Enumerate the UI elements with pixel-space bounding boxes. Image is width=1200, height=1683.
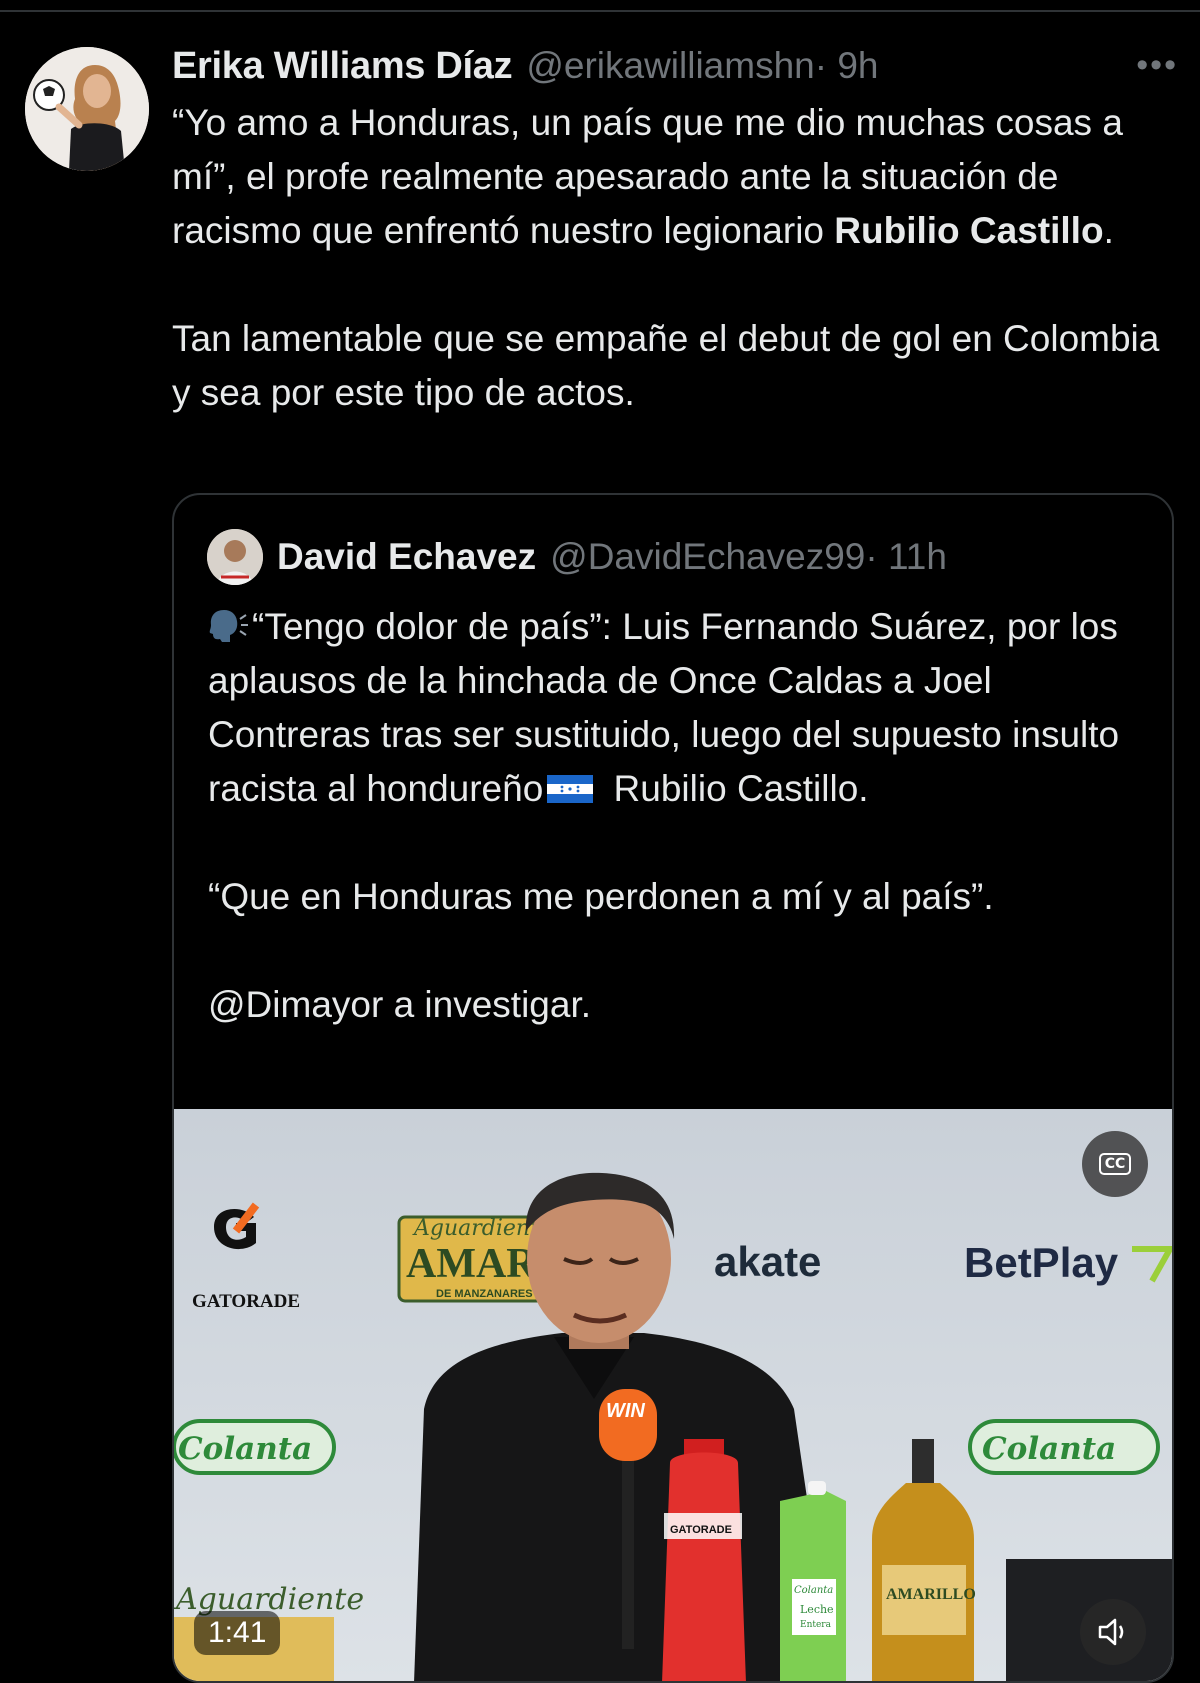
captions-button[interactable]: CC: [1082, 1131, 1148, 1197]
colanta-logo-right: Colanta: [968, 1419, 1160, 1475]
speaking-head-icon: [209, 610, 248, 642]
tweet-header: Erika Williams Díaz @erikawilliamshn· 9h: [172, 40, 879, 92]
cc-icon: CC: [1098, 1153, 1132, 1175]
gatorade-bottle-text: GATORADE: [670, 1524, 732, 1536]
colanta-logo-left: Colanta: [174, 1419, 336, 1475]
video-duration: 1:41: [194, 1611, 281, 1655]
manzanares-text: DE MANZANARES: [436, 1288, 533, 1300]
quoted-tweet-header: David Echavez @DavidEchavez99· 11h: [277, 531, 947, 583]
gatorade-bottle: GATORADE: [662, 1439, 746, 1681]
bold-name: Rubilio Castillo: [834, 210, 1104, 251]
carton-entera-text: Entera: [800, 1620, 832, 1630]
betplay-text: BetPlay: [964, 1239, 1119, 1286]
honduras-flag-icon: [547, 775, 594, 803]
quoted-author-name[interactable]: David Echavez: [277, 536, 536, 578]
bottle-amarillo-text: AMARILLO: [886, 1586, 976, 1603]
quoted-tweet-card[interactable]: David Echavez @DavidEchavez99· 11h “Teng…: [172, 493, 1174, 1683]
wakate-text: akate: [714, 1238, 821, 1285]
quoted-author-avatar[interactable]: [207, 529, 263, 585]
quoted-tweet-text: “Tengo dolor de país”: Luis Fernando Suá…: [208, 600, 1158, 1032]
author-handle[interactable]: @erikawilliamshn· 9h: [526, 45, 878, 87]
win-mic-text: WIN: [606, 1400, 645, 1422]
more-options-icon[interactable]: •••: [1136, 48, 1178, 82]
gatorade-text: GATORADE: [192, 1291, 300, 1312]
quoted-avatar-photo-icon: [207, 529, 263, 585]
author-name[interactable]: Erika Williams Díaz: [172, 45, 513, 88]
tweet-paragraph-2: Tan lamentable que se empañe el debut de…: [172, 318, 1160, 413]
avatar-photo-icon: [25, 47, 149, 171]
quoted-author-handle[interactable]: @DavidEchavez99· 11h: [550, 536, 947, 578]
carton-leche-text: Leche: [800, 1603, 834, 1616]
quoted-tweet-time[interactable]: · 11h: [865, 536, 947, 577]
video-player[interactable]: GATORADE Aguardiente AMARILLO DE MANZANA…: [174, 1109, 1172, 1681]
speaker-icon: [1098, 1618, 1124, 1646]
video-frame-press-conference: GATORADE Aguardiente AMARILLO DE MANZANA…: [174, 1109, 1172, 1681]
tweet-paragraph-1: “Yo amo a Honduras, un país que me dio m…: [172, 102, 1123, 251]
author-avatar[interactable]: [25, 47, 149, 171]
colanta-text-right: Colanta: [982, 1431, 1116, 1467]
tweet-text: “Yo amo a Honduras, un país que me dio m…: [172, 96, 1172, 420]
colanta-text-left: Colanta: [178, 1431, 312, 1467]
top-divider: [0, 10, 1200, 12]
quoted-paragraph-2: “Que en Honduras me perdonen a mí y al p…: [208, 876, 994, 917]
carton-colanta-text: Colanta: [794, 1585, 833, 1596]
quoted-paragraph-3[interactable]: @Dimayor a investigar.: [208, 978, 1158, 1032]
volume-button[interactable]: [1080, 1599, 1146, 1665]
colanta-milk-carton: Colanta Leche Entera: [780, 1481, 846, 1681]
tweet-time[interactable]: · 9h: [815, 45, 879, 86]
quoted-paragraph-1: “Tengo dolor de país”: Luis Fernando Suá…: [208, 606, 1120, 809]
